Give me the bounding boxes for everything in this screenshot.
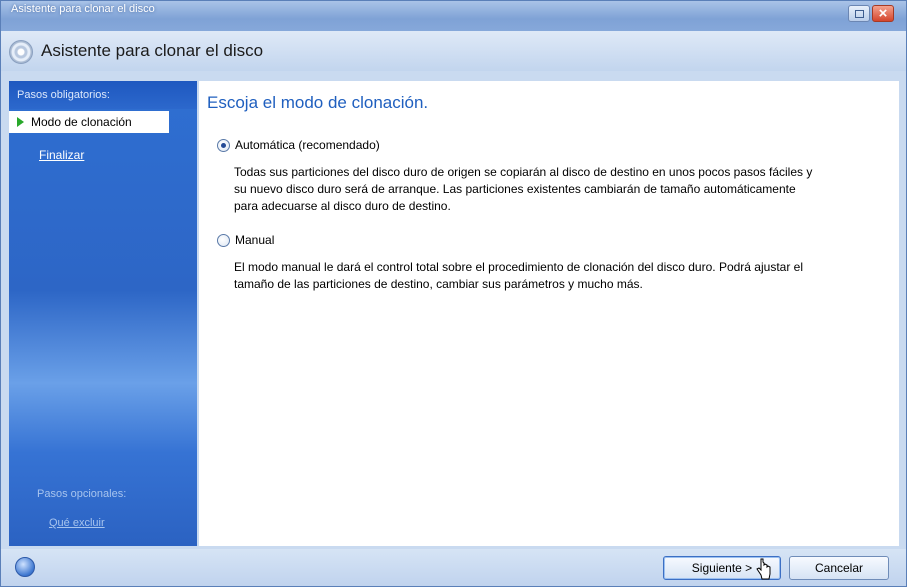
automatic-description: Todas sus particiones del disco duro de … bbox=[234, 164, 884, 215]
hand-cursor-icon bbox=[756, 558, 771, 580]
radio-automatic[interactable]: Automática (recomendado) bbox=[217, 136, 380, 154]
sidebar-item-finalizar[interactable]: Finalizar bbox=[39, 148, 84, 162]
description-line: para adecuarse al disco duro de destino. bbox=[234, 199, 451, 213]
header-title: Asistente para clonar el disco bbox=[41, 41, 264, 60]
steps-sidebar: Pasos obligatorios: Modo de clonación Fi… bbox=[9, 81, 197, 546]
description-line: su nuevo disco duro será de arranque. La… bbox=[234, 182, 796, 196]
close-icon[interactable] bbox=[872, 5, 894, 22]
green-arrow-icon bbox=[17, 117, 24, 127]
page-title: Escoja el modo de clonación. bbox=[207, 93, 429, 112]
restore-icon[interactable] bbox=[848, 5, 870, 22]
disc-icon bbox=[9, 40, 33, 64]
radio-manual-label[interactable]: Manual bbox=[235, 233, 274, 247]
required-steps-heading: Pasos obligatorios: bbox=[9, 81, 197, 109]
optional-steps-heading: Pasos opcionales: bbox=[37, 488, 127, 500]
sidebar-item-que-excluir[interactable]: Qué excluir bbox=[49, 517, 105, 529]
radio-automatic-label[interactable]: Automática (recomendado) bbox=[235, 138, 380, 152]
description-line: El modo manual le dará el control total … bbox=[234, 260, 803, 274]
radio-manual-button[interactable] bbox=[217, 233, 230, 247]
wizard-header: Asistente para clonar el disco bbox=[1, 31, 906, 71]
wizard-window: Asistente para clonar el disco Asistente… bbox=[0, 0, 907, 587]
cancel-button[interactable]: Cancelar bbox=[789, 556, 889, 580]
manual-description: El modo manual le dará el control total … bbox=[234, 259, 884, 293]
description-line: tamaño de las particiones de destino, ca… bbox=[234, 277, 643, 291]
radio-automatic-button[interactable] bbox=[217, 138, 230, 152]
window-title: Asistente para clonar el disco bbox=[11, 3, 155, 15]
description-line: Todas sus particiones del disco duro de … bbox=[234, 165, 813, 179]
sidebar-item-label: Modo de clonación bbox=[31, 115, 132, 129]
title-bar[interactable]: Asistente para clonar el disco bbox=[1, 1, 906, 31]
sidebar-item-modo-de-clonacion[interactable]: Modo de clonación bbox=[9, 111, 169, 133]
required-steps-heading-label: Pasos obligatorios: bbox=[17, 89, 110, 101]
main-content: Escoja el modo de clonación. Automática … bbox=[199, 81, 899, 546]
radio-manual[interactable]: Manual bbox=[217, 231, 274, 249]
help-icon[interactable] bbox=[15, 557, 35, 577]
